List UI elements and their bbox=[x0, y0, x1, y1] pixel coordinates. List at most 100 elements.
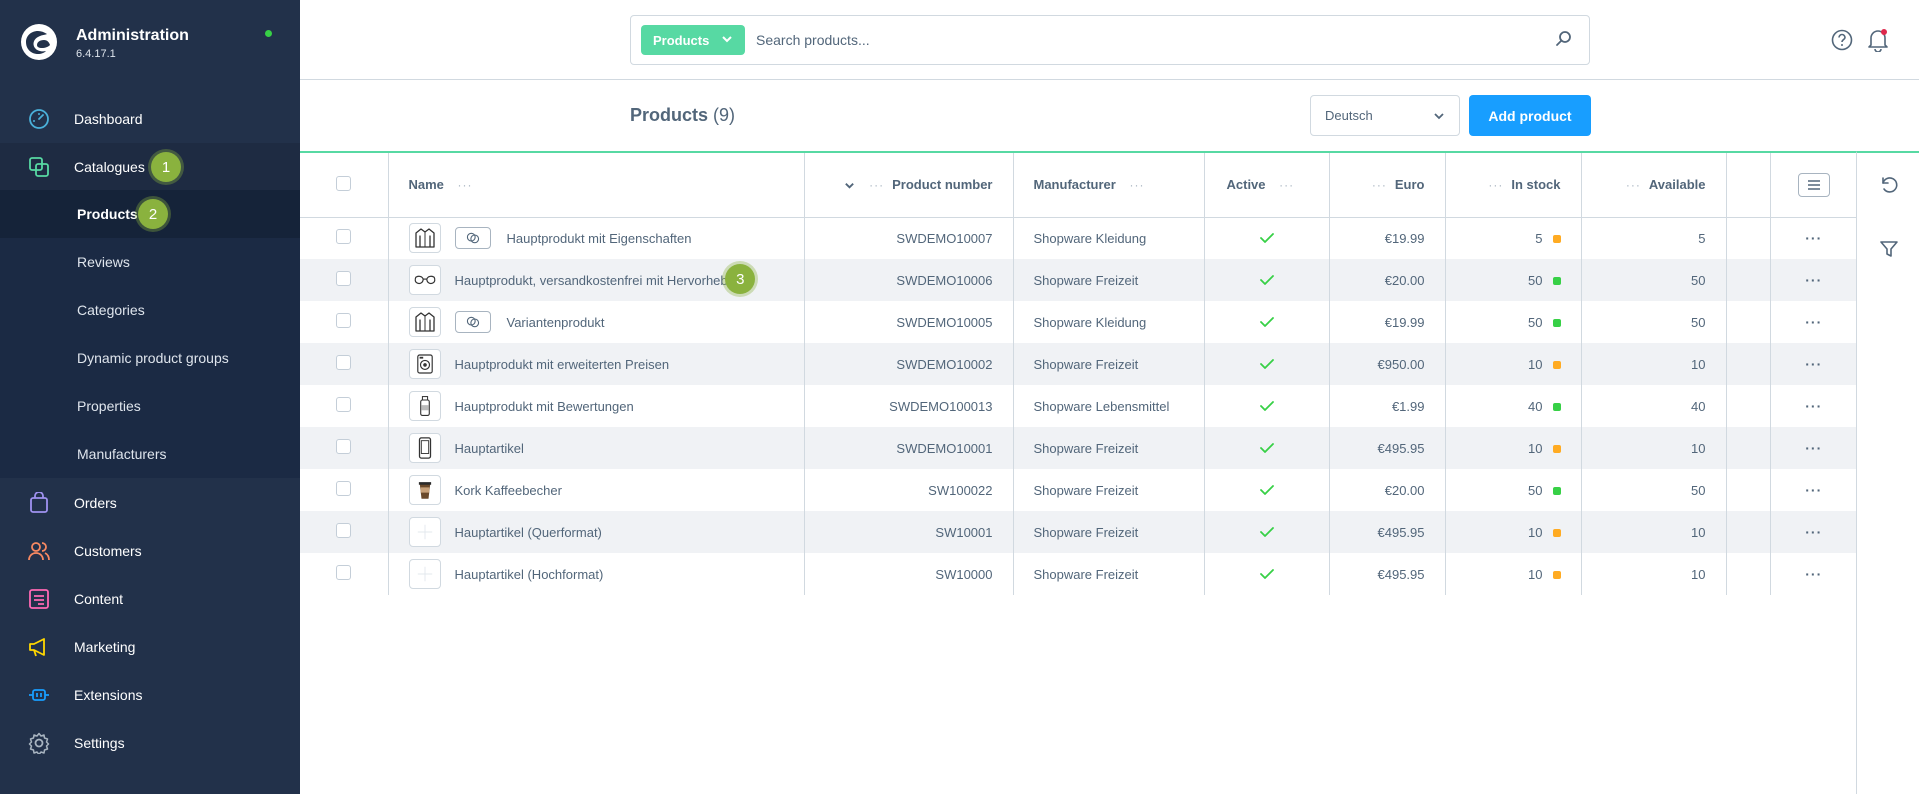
bottle-icon[interactable] bbox=[408, 391, 441, 421]
page-title: Products (9) bbox=[630, 105, 735, 126]
nav-customers[interactable]: Customers bbox=[0, 527, 300, 575]
sidebar-item-properties[interactable]: Properties bbox=[0, 382, 300, 430]
jacket-icon[interactable] bbox=[408, 307, 441, 337]
column-menu-icon[interactable]: ··· bbox=[1279, 178, 1294, 192]
available-cell: 40 bbox=[1581, 385, 1727, 427]
row-checkbox[interactable] bbox=[336, 229, 352, 245]
row-actions-button[interactable]: ··· bbox=[1770, 301, 1857, 343]
product-name-link[interactable]: Hauptartikel (Hochformat) bbox=[455, 567, 604, 582]
nav-catalogues[interactable]: Catalogues 1 bbox=[0, 143, 300, 191]
row-select-cell bbox=[300, 343, 389, 385]
select-all-checkbox[interactable] bbox=[336, 175, 352, 191]
shopware-logo-icon[interactable] bbox=[20, 23, 58, 61]
help-icon[interactable] bbox=[1831, 29, 1853, 51]
sidebar-item-manufacturers[interactable]: Manufacturers bbox=[0, 430, 300, 478]
column-header-name[interactable]: Name ··· bbox=[388, 153, 805, 218]
product-name-link[interactable]: Kork Kaffeebecher bbox=[455, 483, 562, 498]
row-actions-button[interactable]: ··· bbox=[1770, 259, 1857, 301]
available-cell: 50 bbox=[1581, 259, 1727, 301]
nav-marketing[interactable]: Marketing bbox=[0, 623, 300, 671]
product-name-link[interactable]: Hauptartikel (Querformat) bbox=[455, 525, 602, 540]
row-checkbox[interactable] bbox=[336, 523, 352, 538]
column-menu-icon[interactable]: ··· bbox=[1488, 178, 1503, 192]
spacer-cell bbox=[1726, 511, 1771, 553]
price-cell: €950.00 bbox=[1329, 343, 1446, 385]
table-row[interactable]: Hauptprodukt mit erweiterten Preisen SWDE… bbox=[300, 343, 1857, 385]
column-header-price[interactable]: ··· Euro bbox=[1329, 153, 1446, 218]
language-select[interactable]: Deutsch bbox=[1310, 95, 1460, 136]
search-type-dropdown[interactable]: Products bbox=[641, 25, 745, 55]
glasses-icon[interactable] bbox=[408, 265, 441, 295]
row-checkbox[interactable] bbox=[336, 271, 352, 286]
column-menu-icon[interactable]: ··· bbox=[1626, 178, 1641, 192]
column-header-stock[interactable]: ··· In stock bbox=[1445, 153, 1582, 218]
stock-value: 50 bbox=[1528, 272, 1543, 288]
camera-icon[interactable] bbox=[408, 349, 441, 379]
table-row[interactable]: Kork Kaffeebecher SW100022 Shopware Freize… bbox=[300, 469, 1857, 511]
nav-label: Extensions bbox=[74, 687, 143, 703]
sidebar-item-reviews[interactable]: Reviews bbox=[0, 238, 300, 286]
table-row[interactable]: Hauptprodukt, versandkostenfrei mit Herv… bbox=[300, 259, 1857, 301]
row-checkbox[interactable] bbox=[336, 439, 352, 454]
nav-orders[interactable]: Orders bbox=[0, 479, 300, 527]
column-menu-icon[interactable]: ··· bbox=[1129, 178, 1144, 192]
filter-icon[interactable] bbox=[1879, 239, 1899, 259]
available-cell: 10 bbox=[1581, 343, 1727, 385]
row-checkbox[interactable] bbox=[336, 355, 352, 370]
nav-dashboard[interactable]: Dashboard bbox=[0, 95, 300, 143]
product-number-cell: SWDEMO10005 bbox=[804, 301, 1014, 343]
column-header-manufacturer[interactable]: Manufacturer ··· bbox=[1013, 153, 1205, 218]
nav-extensions[interactable]: Extensions bbox=[0, 671, 300, 719]
sidebar-item-categories[interactable]: Categories bbox=[0, 286, 300, 334]
column-header-active[interactable]: Active ··· bbox=[1204, 153, 1330, 218]
sidebar-item-dynamic-product-groups[interactable]: Dynamic product groups bbox=[0, 334, 300, 382]
gear-icon bbox=[28, 732, 50, 754]
search-type-label: Products bbox=[653, 32, 710, 48]
row-actions-button[interactable]: ··· bbox=[1770, 385, 1857, 427]
row-actions-button[interactable]: ··· bbox=[1770, 553, 1857, 595]
table-row[interactable]: Hauptartikel SWDEMO10001 Shopware Freizeit… bbox=[300, 427, 1857, 469]
product-name-link[interactable]: Hauptprodukt mit erweiterten Preisen bbox=[455, 357, 670, 372]
row-actions-button[interactable]: ··· bbox=[1770, 469, 1857, 511]
product-name-link[interactable]: Variantenprodukt bbox=[507, 315, 605, 330]
jacket-icon[interactable] bbox=[408, 223, 441, 254]
column-menu-icon[interactable]: ··· bbox=[869, 178, 884, 192]
product-name-link[interactable]: Hauptprodukt, versandkostenfrei mit Herv… bbox=[455, 273, 750, 288]
phone-icon[interactable] bbox=[408, 433, 441, 463]
bell-icon[interactable] bbox=[1867, 28, 1889, 52]
row-checkbox[interactable] bbox=[336, 313, 352, 328]
column-menu-icon[interactable]: ··· bbox=[1372, 178, 1387, 192]
table-row[interactable]: Hauptartikel (Hochformat) SW10000 Shopware… bbox=[300, 553, 1857, 595]
column-header-available[interactable]: ··· Available bbox=[1581, 153, 1727, 218]
search-icon[interactable] bbox=[1555, 30, 1573, 48]
row-actions-button[interactable]: ··· bbox=[1770, 427, 1857, 469]
row-checkbox[interactable] bbox=[336, 481, 352, 496]
placeholder-icon[interactable] bbox=[408, 517, 441, 547]
column-settings-button[interactable] bbox=[1797, 172, 1830, 197]
table-row[interactable]: Variantenprodukt SWDEMO10005 Shopware Klei… bbox=[300, 301, 1857, 343]
sort-desc-icon[interactable] bbox=[844, 180, 855, 191]
nav-settings[interactable]: Settings bbox=[0, 719, 300, 767]
row-checkbox[interactable] bbox=[336, 565, 352, 580]
available-cell: 50 bbox=[1581, 469, 1727, 511]
sidebar-item-products[interactable]: Products 2 bbox=[0, 190, 300, 238]
row-actions-button[interactable]: ··· bbox=[1770, 511, 1857, 553]
table-row[interactable]: Hauptprodukt mit Eigenschaften SWDEMO1000… bbox=[300, 217, 1857, 259]
product-name-link[interactable]: Hauptprodukt mit Bewertungen bbox=[455, 399, 634, 414]
nav-content[interactable]: Content bbox=[0, 575, 300, 623]
row-select-cell bbox=[300, 511, 389, 553]
column-header-product-number[interactable]: ··· Product number bbox=[804, 153, 1014, 218]
search-input[interactable] bbox=[756, 25, 1536, 55]
add-product-button[interactable]: Add product bbox=[1469, 95, 1591, 136]
column-menu-icon[interactable]: ··· bbox=[458, 178, 473, 192]
table-row[interactable]: Hauptprodukt mit Bewertungen SWDEMO100013… bbox=[300, 385, 1857, 427]
row-actions-button[interactable]: ··· bbox=[1770, 343, 1857, 385]
refresh-icon[interactable] bbox=[1879, 175, 1899, 195]
row-checkbox[interactable] bbox=[336, 397, 352, 412]
placeholder-icon[interactable] bbox=[408, 559, 441, 589]
product-name-link[interactable]: Hauptartikel bbox=[455, 441, 524, 456]
row-actions-button[interactable]: ··· bbox=[1770, 217, 1857, 259]
table-row[interactable]: Hauptartikel (Querformat) SW10001 Shopware… bbox=[300, 511, 1857, 553]
product-name-link[interactable]: Hauptprodukt mit Eigenschaften bbox=[507, 231, 692, 246]
cup-icon[interactable] bbox=[408, 475, 441, 505]
